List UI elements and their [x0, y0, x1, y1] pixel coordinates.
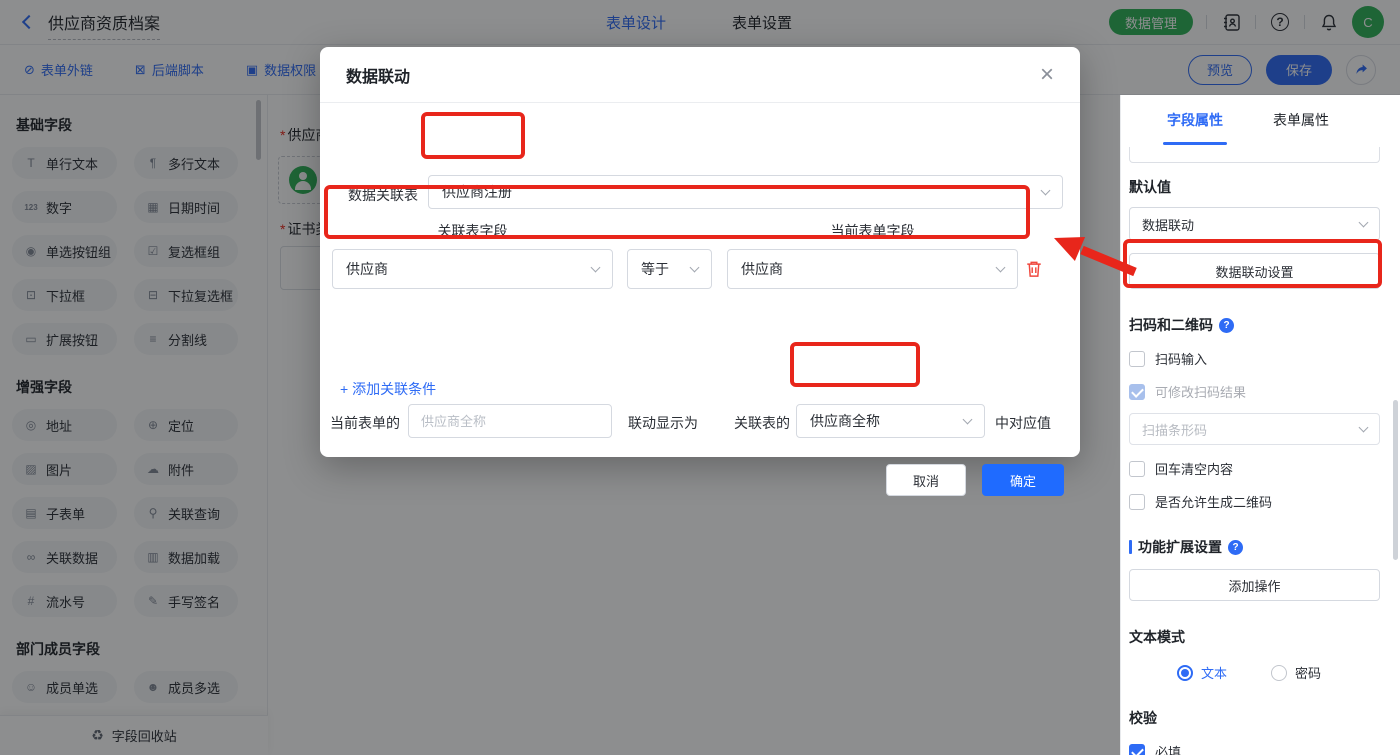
delete-condition-icon[interactable] [1025, 259, 1043, 279]
relation-table-of-label: 关联表的 [734, 415, 790, 431]
checkbox-required[interactable]: 必填 [1129, 742, 1380, 755]
checkbox-editable-scan-result[interactable]: 可修改扫码结果 [1129, 382, 1380, 401]
chevron-down-icon [1040, 185, 1051, 196]
relation-field-select[interactable]: 供应商 [332, 249, 613, 289]
modal-overlay [1120, 0, 1400, 95]
current-form-prefix-label: 当前表单的 [330, 415, 400, 431]
confirm-button[interactable]: 确定 [982, 464, 1064, 496]
chevron-down-icon [1358, 217, 1369, 228]
dialog-header: 数据联动 × [320, 47, 1080, 103]
clipped-select [1129, 147, 1380, 163]
checkbox-icon [1129, 460, 1145, 477]
relation-table-select[interactable]: 供应商注册 [428, 175, 1063, 209]
checkbox-checked-icon [1129, 743, 1145, 755]
chevron-down-icon [590, 262, 601, 273]
panel-scrollbar[interactable] [1393, 400, 1398, 560]
default-value-select[interactable]: 数据联动 [1129, 207, 1380, 241]
column-header-relation-field: 关联表字段 [437, 223, 508, 239]
checkbox-icon [1129, 493, 1145, 510]
section-marker [1129, 540, 1132, 554]
barcode-type-select[interactable]: 扫描条形码 [1129, 413, 1380, 445]
extension-section-title: 功能扩展设置 ? [1129, 537, 1380, 557]
default-value-label: 默认值 [1129, 179, 1171, 195]
dialog-title: 数据联动 [346, 68, 411, 86]
data-linkage-settings-button[interactable]: 数据联动设置 [1129, 253, 1380, 289]
add-operation-button[interactable]: 添加操作 [1129, 569, 1380, 601]
scan-section-title: 扫码和二维码 ? [1129, 315, 1380, 335]
help-icon[interactable]: ? [1228, 539, 1243, 555]
tab-form-properties[interactable]: 表单属性 [1273, 95, 1329, 145]
current-field-select[interactable]: 供应商 [727, 249, 1018, 289]
chevron-down-icon [1358, 422, 1369, 433]
display-field-input[interactable] [408, 404, 612, 438]
properties-panel: 字段属性 表单属性 默认值 数据联动 数据联动设置 扫码和二维码 ? 扫码输入 … [1120, 95, 1400, 755]
column-header-current-field: 当前表单字段 [830, 223, 915, 239]
operator-select[interactable]: 等于 [627, 249, 712, 289]
radio-icon [1271, 664, 1288, 681]
chevron-down-icon [995, 262, 1006, 273]
relation-table-label: 数据关联表 [348, 187, 418, 203]
checkbox-allow-qrcode[interactable]: 是否允许生成二维码 [1129, 492, 1380, 511]
checkbox-clear-on-enter[interactable]: 回车清空内容 [1129, 459, 1380, 478]
validation-label: 校验 [1129, 710, 1157, 726]
text-mode-options: 文本 密码 [1129, 663, 1380, 682]
checkbox-scan-input[interactable]: 扫码输入 [1129, 349, 1380, 368]
linkage-display-label: 联动显示为 [628, 415, 698, 431]
dialog-body: 数据关联表 供应商注册 关联表字段 当前表单字段 供应商 等于 供应商 + 添加… [320, 103, 1080, 496]
radio-text[interactable]: 文本 [1177, 663, 1227, 682]
corresponding-value-label: 中对应值 [995, 415, 1051, 431]
add-condition-link[interactable]: + 添加关联条件 [340, 379, 436, 399]
properties-tabs: 字段属性 表单属性 [1129, 95, 1380, 145]
close-icon[interactable]: × [1040, 62, 1054, 87]
chevron-down-icon [689, 262, 700, 273]
text-mode-label: 文本模式 [1129, 629, 1185, 645]
tab-field-properties[interactable]: 字段属性 [1163, 95, 1227, 145]
help-icon[interactable]: ? [1219, 317, 1234, 333]
checkbox-icon [1129, 350, 1145, 367]
source-field-select[interactable]: 供应商全称 [796, 404, 985, 438]
checkbox-checked-icon [1129, 383, 1145, 400]
chevron-down-icon [962, 414, 973, 425]
radio-password[interactable]: 密码 [1271, 663, 1321, 682]
radio-selected-icon [1177, 664, 1193, 681]
cancel-button[interactable]: 取消 [886, 464, 966, 496]
data-linkage-dialog: 数据联动 × 数据关联表 供应商注册 关联表字段 当前表单字段 供应商 等于 供… [320, 47, 1080, 496]
form-designer-app: 供应商资质档案 表单设计 表单设置 数据管理 ? C ⊘ 表单外链 ⊠ 后端脚本… [0, 0, 1400, 755]
